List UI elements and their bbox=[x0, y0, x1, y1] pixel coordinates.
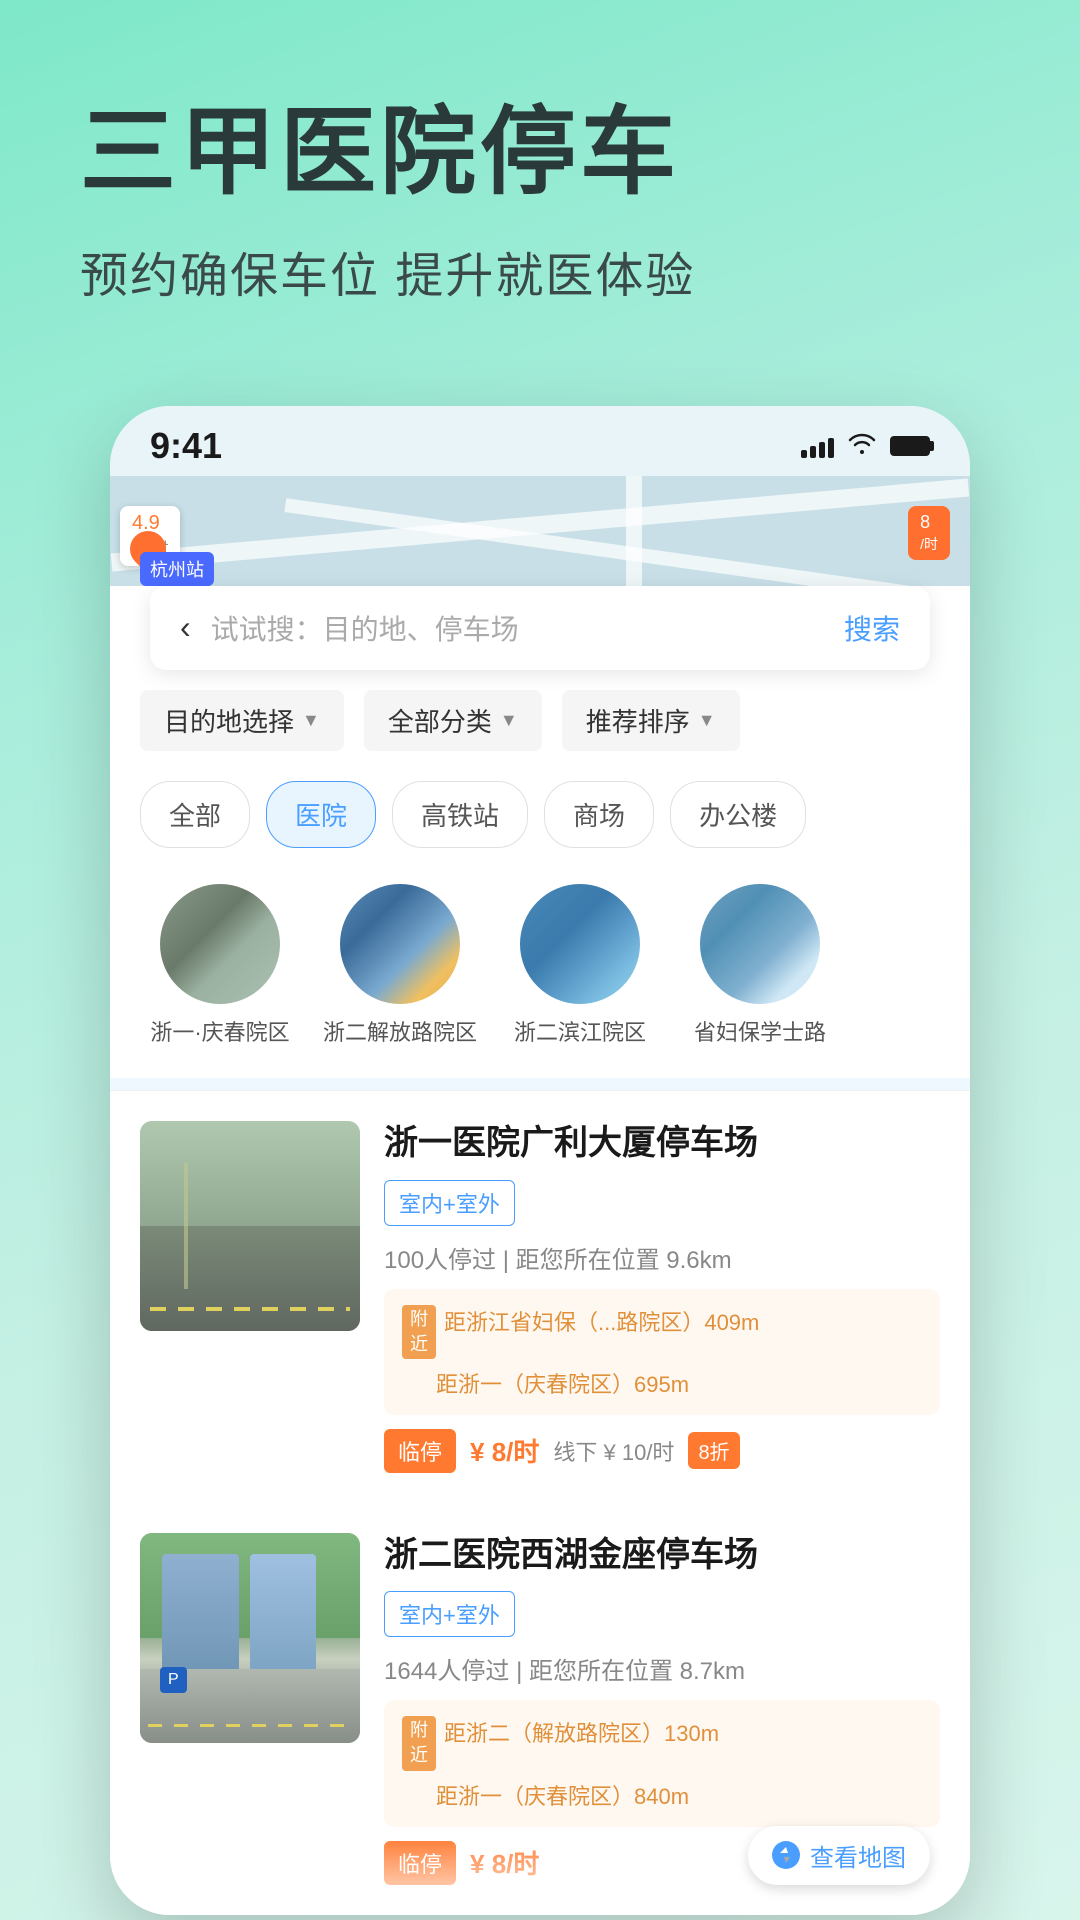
nearby-text-0-0: 距浙江省妇保（...路院区）409m bbox=[444, 1305, 759, 1337]
signal-bar-4 bbox=[828, 438, 834, 458]
parking-stats-0: 100人停过 | 距您所在位置 9.6km bbox=[384, 1240, 940, 1275]
search-bar[interactable]: ‹ 试试搜：目的地、停车场 搜索 bbox=[150, 586, 930, 670]
hospital-name-2: 浙二滨江院区 bbox=[514, 1018, 646, 1049]
map-station-label: 杭州站 bbox=[140, 552, 214, 586]
distance-0: 距您所在位置 9.6km bbox=[516, 1247, 732, 1274]
type-badge-0: 临停 bbox=[384, 1429, 456, 1473]
nearby-row-1-1: 距浙一（庆春院区）840m bbox=[402, 1779, 922, 1811]
parking-name-1: 浙二医院西湖金座停车场 bbox=[384, 1533, 940, 1577]
search-placeholder[interactable]: 试试搜：目的地、停车场 bbox=[211, 608, 844, 648]
phone-frame: 9:41 4.9元/时 bbox=[110, 406, 970, 1915]
status-time: 9:41 bbox=[150, 425, 222, 467]
hospital-item-2[interactable]: 浙二滨江院区 bbox=[500, 884, 660, 1049]
map-price-badge-right: 8/时 bbox=[908, 506, 950, 560]
battery-icon bbox=[890, 436, 930, 456]
users-count-0: 100人停过 bbox=[384, 1247, 496, 1274]
dropdown-arrow-destination: ▼ bbox=[302, 710, 320, 731]
dropdown-arrow-sort: ▼ bbox=[698, 710, 716, 731]
parking-card-1[interactable]: P 浙二医院西湖金座停车场 室内+室外 1644人停过 | 距您所在位置 8.7… bbox=[110, 1503, 970, 1915]
map-background: 4.9元/时 杭州站 8/时 bbox=[110, 476, 970, 596]
signal-bar-2 bbox=[810, 446, 816, 458]
nearby-row-1-0: 附近 距浙二（解放路院区）130m bbox=[402, 1716, 922, 1770]
distance-separator-0: | bbox=[503, 1247, 516, 1274]
header-section: 三甲医院停车 预约确保车位 提升就医体验 bbox=[0, 0, 1080, 366]
parking-tag-0: 室内+室外 bbox=[384, 1180, 515, 1226]
parking-image-0 bbox=[140, 1121, 360, 1331]
map-bg: 4.9元/时 杭州站 8/时 bbox=[110, 476, 970, 596]
search-button[interactable]: 搜索 bbox=[844, 608, 900, 648]
hospital-circle-0 bbox=[160, 884, 280, 1004]
price-row-0: 临停 ¥ 8/时 线下 ¥ 10/时 8折 bbox=[384, 1429, 940, 1473]
chip-hospital[interactable]: 医院 bbox=[266, 781, 376, 848]
filter-section: 目的地选择 ▼ 全部分类 ▼ 推荐排序 ▼ 全部 医院 高铁站 商场 办公楼 bbox=[110, 670, 970, 1079]
hospital-name-3: 省妇保学士路 bbox=[694, 1018, 826, 1049]
search-bar-container: ‹ 试试搜：目的地、停车场 搜索 bbox=[110, 586, 970, 670]
status-icons bbox=[801, 430, 930, 461]
map-road-1 bbox=[111, 478, 969, 571]
signal-bar-1 bbox=[801, 450, 807, 458]
nearby-badge-0-0: 附近 bbox=[402, 1305, 436, 1359]
signal-icon bbox=[801, 434, 834, 458]
parking-info-0: 浙一医院广利大厦停车场 室内+室外 100人停过 | 距您所在位置 9.6km … bbox=[384, 1121, 940, 1473]
parking-image-1: P bbox=[140, 1533, 360, 1743]
map-road-3 bbox=[626, 476, 642, 596]
hospital-item-3[interactable]: 省妇保学士路 bbox=[680, 884, 840, 1049]
hospital-item-0[interactable]: 浙一·庆春院区 bbox=[140, 884, 300, 1049]
view-map-label: 查看地图 bbox=[810, 1838, 906, 1873]
hospital-name-0: 浙一·庆春院区 bbox=[150, 1018, 289, 1049]
compass-icon bbox=[772, 1841, 800, 1869]
parking-tag-1: 室内+室外 bbox=[384, 1591, 515, 1637]
distance-1: 距您所在位置 8.7km bbox=[529, 1658, 745, 1685]
main-title: 三甲医院停车 bbox=[80, 100, 1000, 206]
view-map-button[interactable]: 查看地图 bbox=[748, 1826, 930, 1885]
nearby-row-0-0: 附近 距浙江省妇保（...路院区）409m bbox=[402, 1305, 922, 1359]
parking-name-0: 浙一医院广利大厦停车场 bbox=[384, 1121, 940, 1165]
filter-row: 目的地选择 ▼ 全部分类 ▼ 推荐排序 ▼ bbox=[140, 690, 940, 751]
hospital-circle-1 bbox=[340, 884, 460, 1004]
users-count-1: 1644人停过 bbox=[384, 1658, 509, 1685]
status-bar: 9:41 bbox=[110, 406, 970, 476]
back-button[interactable]: ‹ bbox=[180, 609, 191, 646]
wifi-icon bbox=[848, 430, 876, 461]
discount-badge-0: 8折 bbox=[688, 1432, 739, 1469]
hospital-name-1: 浙二解放路院区 bbox=[323, 1018, 477, 1049]
hospital-circle-2 bbox=[520, 884, 640, 1004]
hospital-circle-3 bbox=[700, 884, 820, 1004]
nearby-info-1: 附近 距浙二（解放路院区）130m 距浙一（庆春院区）840m bbox=[384, 1700, 940, 1826]
nearby-info-0: 附近 距浙江省妇保（...路院区）409m 距浙一（庆春院区）695m bbox=[384, 1289, 940, 1415]
price-offline-0: 线下 ¥ 10/时 bbox=[553, 1435, 674, 1467]
parking-card-0[interactable]: 浙一医院广利大厦停车场 室内+室外 100人停过 | 距您所在位置 9.6km … bbox=[110, 1090, 970, 1503]
chip-mall[interactable]: 商场 bbox=[544, 781, 654, 848]
dropdown-arrow-category: ▼ bbox=[500, 710, 518, 731]
price-main-0: ¥ 8/时 bbox=[470, 1432, 539, 1469]
destination-filter[interactable]: 目的地选择 ▼ bbox=[140, 690, 344, 751]
nearby-row-0-1: 距浙一（庆春院区）695m bbox=[402, 1367, 922, 1399]
hospital-row: 浙一·庆春院区 浙二解放路院区 浙二滨江院区 省妇保学士路 bbox=[140, 864, 940, 1059]
parking-stats-1: 1644人停过 | 距您所在位置 8.7km bbox=[384, 1651, 940, 1686]
chip-rail[interactable]: 高铁站 bbox=[392, 781, 528, 848]
chip-office[interactable]: 办公楼 bbox=[670, 781, 806, 848]
chip-all[interactable]: 全部 bbox=[140, 781, 250, 848]
hospital-item-1[interactable]: 浙二解放路院区 bbox=[320, 884, 480, 1049]
nearby-text-1-0: 距浙二（解放路院区）130m bbox=[444, 1716, 719, 1748]
signal-bar-3 bbox=[819, 442, 825, 458]
distance-separator-1: | bbox=[516, 1658, 529, 1685]
nearby-badge-1-0: 附近 bbox=[402, 1716, 436, 1770]
nearby-text-1-1: 距浙一（庆春院区）840m bbox=[436, 1779, 689, 1811]
sort-filter[interactable]: 推荐排序 ▼ bbox=[562, 690, 740, 751]
sub-title: 预约确保车位 提升就医体验 bbox=[80, 236, 1000, 306]
category-filter[interactable]: 全部分类 ▼ bbox=[364, 690, 542, 751]
nearby-text-0-1: 距浙一（庆春院区）695m bbox=[436, 1367, 689, 1399]
category-row: 全部 医院 高铁站 商场 办公楼 bbox=[140, 771, 940, 864]
